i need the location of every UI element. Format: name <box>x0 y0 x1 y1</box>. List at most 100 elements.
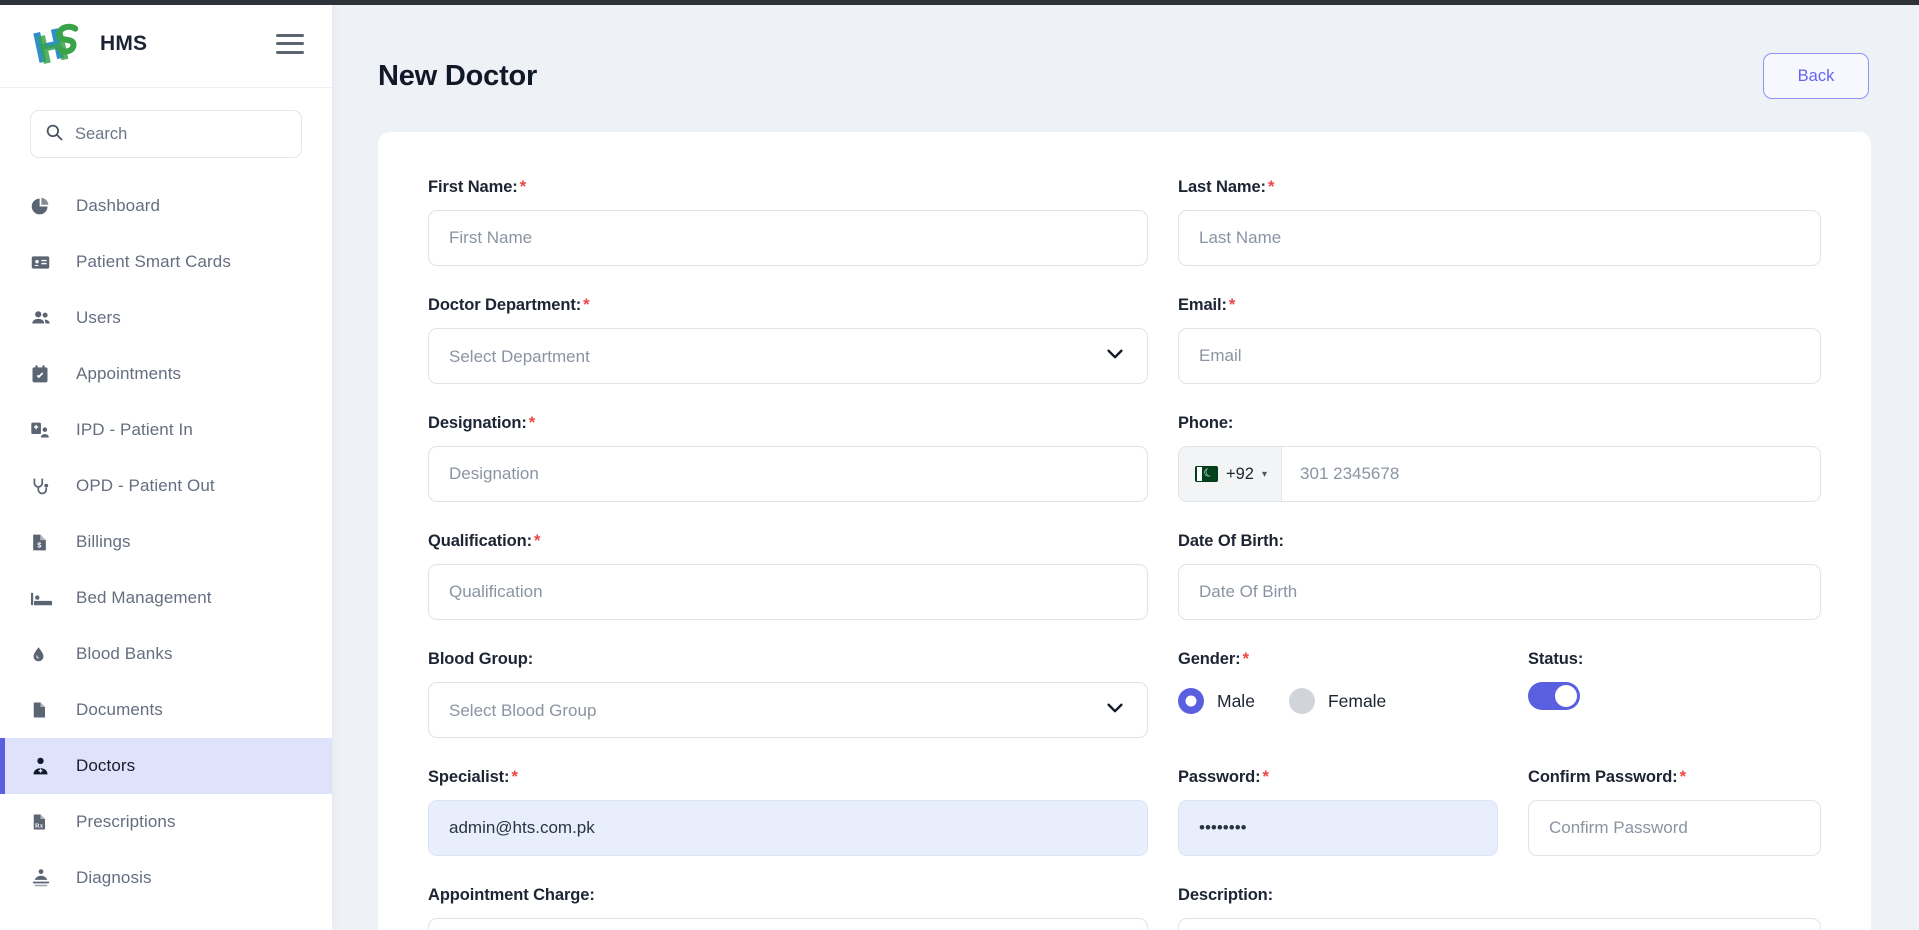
sidebar-item-dashboard[interactable]: Dashboard <box>0 178 332 234</box>
label-text: Last Name: <box>1178 178 1266 196</box>
field-gender-status-row: Gender: * Male Female Status: <box>1178 650 1821 720</box>
calendar-check-icon <box>30 364 58 384</box>
designation-label: Designation: * <box>428 414 1148 433</box>
sidebar-item-label: Patient Smart Cards <box>76 252 231 271</box>
password-input[interactable] <box>1178 800 1498 856</box>
sidebar-item-label: Blood Banks <box>76 644 173 663</box>
field-appointment-charge: Appointment Charge: <box>428 886 1148 930</box>
sidebar-item-label: OPD - Patient Out <box>76 476 215 495</box>
confirm-password-input[interactable] <box>1528 800 1821 856</box>
description-input[interactable] <box>1178 918 1821 930</box>
gender-radio-group: Male Female <box>1178 682 1528 720</box>
blood-group-label: Blood Group: <box>428 650 1148 669</box>
credentials-row: Specialist:* Password:* Confirm Password… <box>428 768 1821 886</box>
id-card-icon <box>30 252 58 273</box>
sidebar-nav[interactable]: Dashboard Patient Smart Cards Users Appo… <box>0 170 332 930</box>
doctor-department-label: Doctor Department: * <box>428 296 1148 315</box>
gender-radio-male[interactable]: Male <box>1178 688 1255 714</box>
sidebar-item-billings[interactable]: $ Billings <box>0 514 332 570</box>
sidebar-search <box>0 88 332 170</box>
stethoscope-icon <box>30 476 58 497</box>
phone-number-input[interactable] <box>1282 447 1820 501</box>
specialist-label: Specialist: * <box>428 768 1148 787</box>
label-text: Specialist: <box>428 768 510 786</box>
sidebar-item-doctors[interactable]: Doctors <box>0 738 332 794</box>
brand-title: HMS <box>100 31 148 55</box>
first-name-input[interactable] <box>428 210 1148 266</box>
label-text: Description: <box>1178 886 1274 904</box>
brand-header: HMS <box>0 0 332 88</box>
field-specialist: Specialist: * <box>428 768 1148 856</box>
qualification-input[interactable] <box>428 564 1148 620</box>
sidebar-item-label: Appointments <box>76 364 182 383</box>
sidebar-item-prescriptions[interactable]: Rx Prescriptions <box>0 794 332 850</box>
field-gender: Gender: * Male Female <box>1178 650 1528 720</box>
field-confirm-password: Confirm Password: * <box>1498 768 1821 856</box>
page-title: New Doctor <box>378 59 538 92</box>
appointment-charge-label: Appointment Charge: <box>428 886 1148 905</box>
sidebar-item-label: Doctors <box>76 756 136 775</box>
sidebar-item-patient-smart-cards[interactable]: Patient Smart Cards <box>0 234 332 290</box>
sidebar-item-label: Prescriptions <box>76 812 176 831</box>
status-toggle[interactable] <box>1528 682 1580 710</box>
sidebar-item-bed-management[interactable]: Bed Management <box>0 570 332 626</box>
field-last-name: Last Name: * <box>1178 178 1821 266</box>
label-text: First Name: <box>428 178 518 196</box>
field-description: Description: <box>1148 886 1821 930</box>
specialist-input[interactable] <box>428 800 1148 856</box>
blood-group-select[interactable]: Select Blood Group <box>428 682 1148 738</box>
label-text: Email: <box>1178 296 1227 314</box>
doctor-department-select-wrap: Select Department <box>428 328 1148 384</box>
sidebar-item-diagnosis[interactable]: Diagnosis <box>0 850 332 906</box>
blood-drop-icon <box>30 644 58 664</box>
email-label: Email: * <box>1178 296 1821 315</box>
sidebar-item-blood-banks[interactable]: Blood Banks <box>0 626 332 682</box>
sidebar-item-ipd-patient-in[interactable]: IPD - Patient In <box>0 402 332 458</box>
search-icon <box>45 123 63 146</box>
appointment-charge-input[interactable] <box>428 918 1148 930</box>
gender-radio-female[interactable]: Female <box>1288 688 1387 714</box>
password-label: Password: * <box>1178 768 1498 787</box>
email-input[interactable] <box>1178 328 1821 384</box>
back-button[interactable]: Back <box>1763 53 1869 99</box>
sidebar-item-label: Billings <box>76 532 131 551</box>
radio-dot <box>1288 688 1315 714</box>
doctor-department-select[interactable]: Select Department <box>428 328 1148 384</box>
new-doctor-form-card: First Name: * Doctor Department:* Select … <box>378 132 1871 930</box>
gender-option-label: Female <box>1327 690 1387 711</box>
users-icon <box>30 307 58 329</box>
last-name-input[interactable] <box>1178 210 1821 266</box>
required-asterisk: * <box>1267 178 1275 196</box>
sidebar-item-opd-patient-out[interactable]: OPD - Patient Out <box>0 458 332 514</box>
hamburger-icon[interactable] <box>276 32 306 56</box>
gender-label: Gender: * <box>1178 650 1528 669</box>
sidebar-item-users[interactable]: Users <box>0 290 332 346</box>
field-qualification: Qualification: * <box>428 532 1148 620</box>
status-label: Status: <box>1528 650 1821 669</box>
sidebar: HMS Dashboard <box>0 0 332 930</box>
date-of-birth-label: Date Of Birth: <box>1178 532 1821 551</box>
sidebar-item-label: Dashboard <box>76 196 161 215</box>
last-name-label: Last Name: * <box>1178 178 1821 197</box>
diagnosis-icon <box>30 867 58 889</box>
bed-icon <box>30 587 58 610</box>
sidebar-item-label: Diagnosis <box>76 868 152 887</box>
description-label: Description: <box>1178 886 1821 905</box>
sidebar-item-appointments[interactable]: Appointments <box>0 346 332 402</box>
patient-in-icon <box>30 420 58 441</box>
label-text: Password: <box>1178 768 1261 786</box>
sidebar-item-label: Users <box>76 308 121 327</box>
qualification-label: Qualification: * <box>428 532 1148 551</box>
search-input[interactable] <box>75 124 287 144</box>
label-text: Status: <box>1528 650 1584 668</box>
label-text: Phone: <box>1178 414 1234 432</box>
sidebar-item-documents[interactable]: Documents <box>0 682 332 738</box>
country-code-selector[interactable]: +92 ▾ <box>1179 447 1283 501</box>
date-of-birth-input[interactable] <box>1178 564 1821 620</box>
search-box[interactable] <box>30 110 302 158</box>
sidebar-item-label: IPD - Patient In <box>76 420 193 439</box>
label-text: Date Of Birth: <box>1178 532 1284 550</box>
designation-input[interactable] <box>428 446 1148 502</box>
label-text: Gender: <box>1178 650 1241 668</box>
phone-input-group: +92 ▾ <box>1178 446 1821 502</box>
